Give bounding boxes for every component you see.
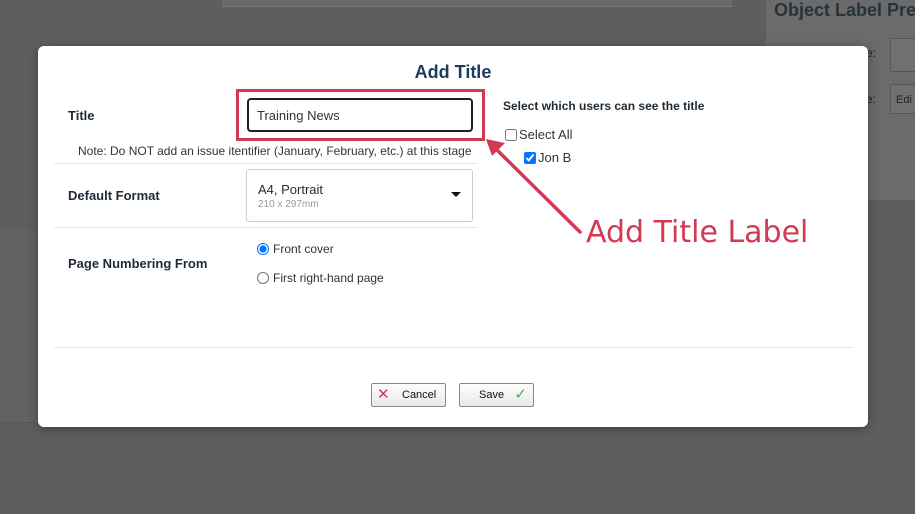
select-all-checkbox[interactable]: Select All <box>505 127 572 142</box>
cancel-button[interactable]: ✕ Cancel <box>371 383 446 407</box>
format-selected-dimensions: 210 x 297mm <box>258 199 319 210</box>
title-label: Title <box>68 108 95 123</box>
background-field <box>890 38 915 72</box>
user-checkbox-input[interactable] <box>524 151 536 164</box>
save-button-label: Save <box>479 389 505 401</box>
save-button[interactable]: Save ✓ <box>459 383 534 407</box>
background-panel-left <box>0 230 38 423</box>
annotation-highlight-box <box>236 89 485 141</box>
footer-divider <box>54 347 853 348</box>
chevron-down-icon <box>451 192 461 197</box>
radio-front-cover[interactable]: Front cover <box>257 242 334 256</box>
dialog-title: Add Title <box>414 62 492 82</box>
user-checkbox-jon-b[interactable]: Jon B <box>524 150 571 165</box>
radio-front-cover-label: Front cover <box>273 242 334 256</box>
title-note: Note: Do NOT add an issue itentifier (Ja… <box>78 144 472 158</box>
default-format-label: Default Format <box>68 188 160 203</box>
divider <box>54 163 477 164</box>
annotation-label: Add Title Label <box>586 215 809 250</box>
background-field: Edi <box>890 84 915 114</box>
select-all-label: Select All <box>519 127 573 142</box>
cancel-button-label: Cancel <box>402 389 437 401</box>
page-numbering-label: Page Numbering From <box>68 256 208 271</box>
background-panel <box>222 0 732 7</box>
radio-first-right-hand-page-input[interactable] <box>257 272 269 284</box>
divider <box>54 227 477 228</box>
select-all-checkbox-input[interactable] <box>505 128 517 141</box>
radio-front-cover-input[interactable] <box>257 243 269 255</box>
default-format-select[interactable]: A4, Portrait 210 x 297mm <box>246 169 473 222</box>
check-icon: ✓ <box>514 386 527 403</box>
radio-first-right-hand-page-label: First right-hand page <box>273 271 384 285</box>
users-section-title: Select which users can see the title <box>503 99 705 113</box>
background-panel-title: Object Label Prefi <box>774 0 915 20</box>
radio-first-right-hand-page[interactable]: First right-hand page <box>257 271 384 285</box>
close-x-icon: ✕ <box>377 386 390 403</box>
user-name: Jon B <box>538 150 572 165</box>
format-selected-value: A4, Portrait <box>258 182 324 197</box>
